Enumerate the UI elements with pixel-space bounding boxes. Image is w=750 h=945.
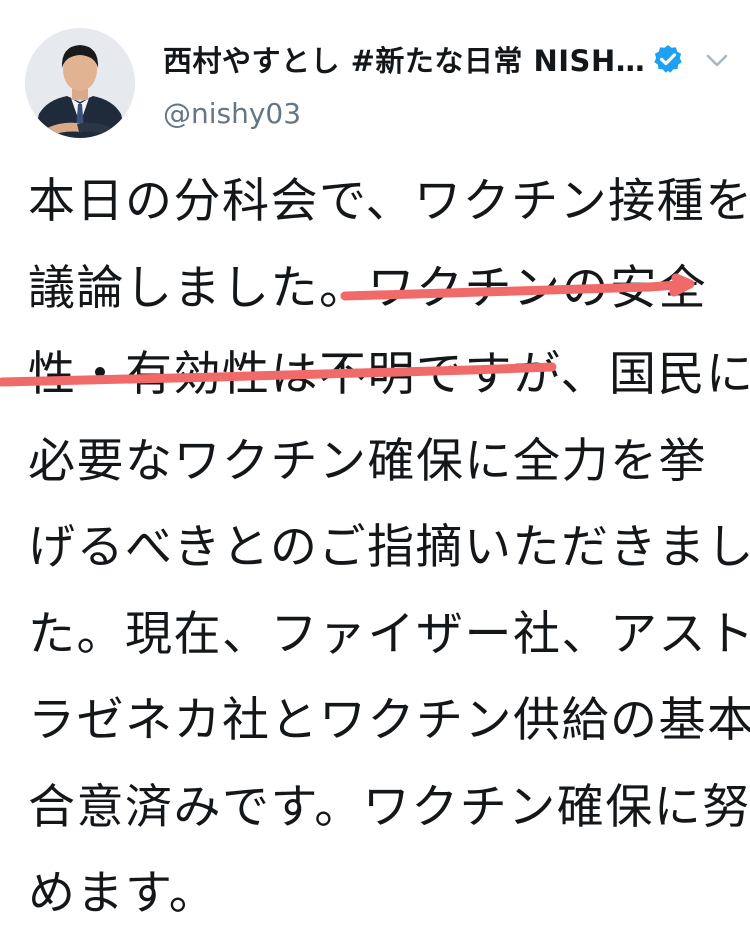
user-handle[interactable]: @nishy03 — [163, 97, 301, 130]
verified-badge-icon — [654, 45, 682, 73]
tweet-text-line: ラゼネカ社とワクチン供給の基本 — [28, 693, 750, 748]
chevron-down-icon[interactable] — [702, 48, 732, 72]
tweet-text-line: た。現在、ファイザー社、アスト — [28, 606, 750, 662]
avatar-photo — [25, 28, 135, 138]
avatar[interactable] — [25, 28, 135, 138]
tweet-text-line: 議論しました。ワクチンの安全 — [28, 260, 707, 316]
tweet-text-line: 性・有効性は不明ですが、国民に — [28, 347, 750, 402]
tweet-text-line: 本日の分科会で、ワクチン接種を — [28, 174, 750, 229]
tweet-text-line: げるべきとのご指摘いただきまし — [28, 520, 750, 575]
tweet-text-line: 合意済みです。ワクチン確保に努 — [28, 779, 750, 835]
display-name[interactable]: 西村やすとし #新たな日常 NISH… — [163, 38, 653, 80]
tweet-text-line: 必要なワクチン確保に全力を挙 — [28, 433, 707, 489]
tweet-text: 本日の分科会で、ワクチン接種を 議論しました。ワクチンの安全 性・有効性は不明で… — [28, 166, 750, 945]
tweet-card: 西村やすとし #新たな日常 NISH… @nishy03 本日の分科会で、ワクチ… — [0, 0, 750, 921]
tweet-text-line: めます。 — [28, 866, 218, 921]
